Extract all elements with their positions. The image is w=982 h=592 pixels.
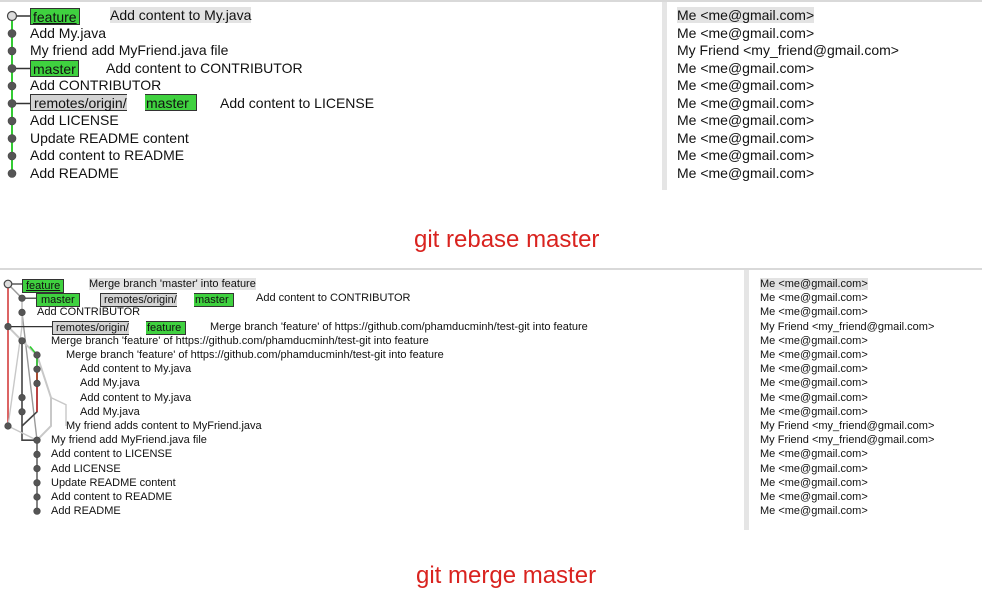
top-commit-message[interactable]: Add content to My.java [110,7,252,23]
bottom-commit-author[interactable]: Me <me@gmail.com> [760,505,868,517]
top-commit-message[interactable]: My friend add MyFriend.java file [30,42,228,58]
bottom-commit-author[interactable]: Me <me@gmail.com> [760,448,868,460]
top-commit-author[interactable]: Me <me@gmail.com> [677,77,814,93]
remote-feature-branch[interactable]: feature [146,321,187,335]
remote-ref-master[interactable]: master [145,94,197,111]
bottom-commit-message[interactable]: Add LICENSE [51,463,121,475]
bottom-commit-message[interactable]: Add My.java [80,406,140,418]
top-commit-author[interactable]: Me <me@gmail.com> [677,95,814,111]
graph-edge-lightgrey [7,298,23,427]
remote-master-branch[interactable]: master [194,293,234,307]
top-commit-author[interactable]: Me <me@gmail.com> [677,147,814,163]
bottom-commit-message[interactable]: Add content to My.java [80,392,191,404]
commit-node-icon[interactable] [7,134,17,143]
top-commit-message[interactable]: Add README [30,165,119,181]
remote-ref-prefix[interactable]: remotes/origin/ [30,94,127,111]
bottom-commit-author[interactable]: Me <me@gmail.com> [760,377,868,389]
top-commit-message[interactable]: Add LICENSE [30,112,119,128]
caption-merge: git merge master [416,562,597,589]
top-commit-author[interactable]: Me <me@gmail.com> [677,60,814,76]
bottom-commit-message[interactable]: Merge branch 'feature' of https://github… [210,321,588,333]
bottom-commit-author[interactable]: Me <me@gmail.com> [760,349,868,361]
commit-node-icon[interactable] [7,64,17,73]
bottom-commit-message[interactable]: Merge branch 'feature' of https://github… [51,335,429,347]
commit-node-icon[interactable] [7,46,17,56]
top-commit-author[interactable]: Me <me@gmail.com> [677,112,814,128]
commit-node-icon[interactable] [4,422,12,430]
bottom-commit-message[interactable]: Add content to My.java [80,363,191,375]
commit-node-icon[interactable] [18,408,26,416]
commit-node-icon[interactable] [33,365,41,373]
bottom-commit-message[interactable]: Update README content [51,477,176,489]
bottom-commit-author[interactable]: Me <me@gmail.com> [760,335,868,347]
top-commit-message[interactable]: Add content to LICENSE [220,95,374,111]
commit-node-icon[interactable] [33,450,41,458]
bottom-commit-author[interactable]: Me <me@gmail.com> [760,406,868,418]
bottom-commit-message[interactable]: Merge branch 'master' into feature [89,278,256,290]
top-commit-author[interactable]: Me <me@gmail.com> [677,130,814,146]
bottom-commit-message[interactable]: Add content to CONTRIBUTOR [256,292,410,304]
bottom-commit-message[interactable]: My friend adds content to MyFriend.java [66,420,262,432]
commit-node-icon[interactable] [7,169,17,178]
commit-node-icon[interactable] [18,308,26,317]
top-commit-author[interactable]: My Friend <my_friend@gmail.com> [677,42,899,58]
commit-node-icon[interactable] [18,337,26,345]
bottom-commit-author[interactable]: Me <me@gmail.com> [760,278,868,290]
bottom-commit-message[interactable]: Add CONTRIBUTOR [37,306,140,318]
commit-node-icon[interactable] [6,10,18,22]
top-commit-message[interactable]: Add My.java [30,25,106,41]
bottom-commit-author[interactable]: Me <me@gmail.com> [760,306,868,318]
remote-feature-prefix[interactable]: remotes/origin/ [52,321,129,335]
commit-node-icon[interactable] [7,151,17,161]
top-commit-author[interactable]: Me <me@gmail.com> [677,165,814,181]
commit-node-icon[interactable] [33,436,41,444]
bottom-commit-message[interactable]: Add README [51,505,121,517]
bottom-commit-message[interactable]: Add content to LICENSE [51,448,172,460]
top-commit-graph [6,10,30,178]
commit-node-icon[interactable] [33,379,41,387]
bottom-commit-author[interactable]: Me <me@gmail.com> [760,392,868,404]
commit-node-icon[interactable] [33,507,41,515]
commit-node-icon[interactable] [3,279,13,289]
bottom-commit-author[interactable]: Me <me@gmail.com> [760,477,868,489]
commit-node-icon[interactable] [18,294,26,302]
commit-node-icon[interactable] [7,29,17,38]
branch-feature-label-merge[interactable]: feature [22,279,65,293]
top-commit-message[interactable]: Add content to README [30,147,184,163]
commit-node-icon[interactable] [33,351,41,359]
commit-node-icon[interactable] [7,99,17,108]
commit-node-icon[interactable] [33,493,41,501]
bottom-commit-message[interactable]: My friend add MyFriend.java file [51,434,207,446]
commit-node-icon[interactable] [7,81,17,91]
commit-node-icon[interactable] [18,393,26,402]
commit-node-icon[interactable] [4,322,12,331]
bottom-commit-author[interactable]: Me <me@gmail.com> [760,491,868,503]
top-commit-author[interactable]: Me <me@gmail.com> [677,25,814,41]
bottom-commit-message[interactable]: Add My.java [80,377,140,389]
bottom-commit-author[interactable]: My Friend <my_friend@gmail.com> [760,321,934,333]
bottom-commit-message[interactable]: Add content to README [51,491,172,503]
bottom-commit-message[interactable]: Merge branch 'feature' of https://github… [66,349,444,361]
caption-rebase: git rebase master [414,226,600,253]
bottom-commit-author[interactable]: Me <me@gmail.com> [760,463,868,475]
graph-edge-lightgrey [50,396,67,426]
commit-node-icon[interactable] [33,479,41,487]
top-commit-author[interactable]: Me <me@gmail.com> [677,7,815,23]
bottom-commit-author[interactable]: Me <me@gmail.com> [760,363,868,375]
remote-master-prefix[interactable]: remotes/origin/ [100,293,177,307]
commit-node-icon[interactable] [7,116,17,126]
bottom-commit-author[interactable]: Me <me@gmail.com> [760,292,868,304]
top-commit-message[interactable]: Add CONTRIBUTOR [30,77,161,93]
branch-master-label[interactable]: master [30,60,79,77]
top-commit-message[interactable]: Add content to CONTRIBUTOR [106,60,303,76]
branch-master-label-merge[interactable]: master [36,293,80,307]
bottom-commit-author[interactable]: My Friend <my_friend@gmail.com> [760,420,934,432]
commit-node-icon[interactable] [33,465,41,473]
bottom-commit-author[interactable]: My Friend <my_friend@gmail.com> [760,434,934,446]
branch-feature-label[interactable]: feature [30,8,80,25]
top-commit-message[interactable]: Update README content [30,130,189,146]
